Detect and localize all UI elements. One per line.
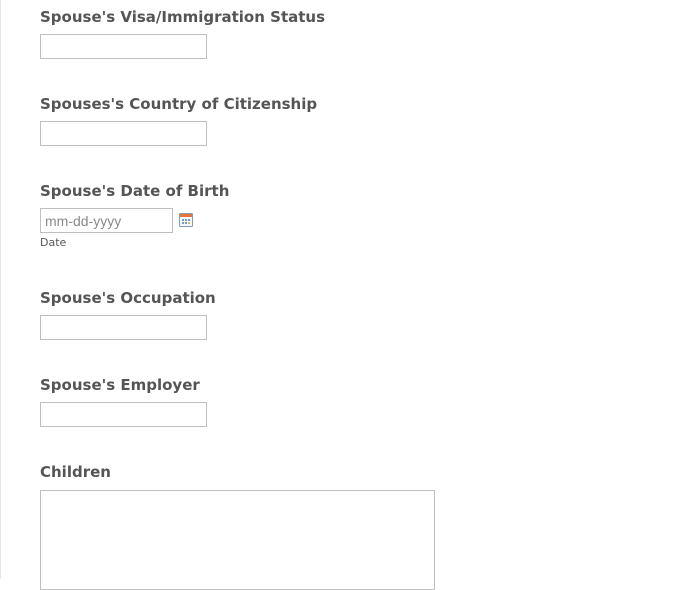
field-spouse-date-of-birth: Spouse's Date of Birth Date — [40, 182, 229, 249]
field-label: Children — [40, 463, 111, 481]
page-left-border — [0, 0, 1, 579]
spouse-occupation-input[interactable] — [40, 315, 207, 340]
spouse-citizenship-input[interactable] — [40, 121, 207, 146]
field-spouse-citizenship: Spouses's Country of Citizenship — [40, 95, 317, 146]
field-label: Spouse's Employer — [40, 376, 200, 394]
field-label: Spouse's Occupation — [40, 289, 216, 307]
date-sublabel: Date — [40, 236, 67, 249]
field-spouse-employer: Spouse's Employer — [40, 376, 207, 427]
spouse-employer-input[interactable] — [40, 402, 207, 427]
field-label: Spouse's Date of Birth — [40, 182, 230, 200]
field-label: Spouses's Country of Citizenship — [40, 95, 318, 113]
spouse-dob-input[interactable] — [40, 208, 173, 233]
field-spouse-visa-status: Spouse's Visa/Immigration Status — [40, 8, 325, 59]
date-row — [40, 208, 229, 233]
field-spouse-occupation: Spouse's Occupation — [40, 289, 216, 340]
children-textarea[interactable] — [40, 490, 435, 590]
spouse-visa-status-input[interactable] — [40, 34, 207, 59]
field-label: Spouse's Visa/Immigration Status — [40, 8, 326, 26]
field-children: Children — [40, 463, 435, 590]
calendar-icon[interactable] — [179, 213, 193, 227]
